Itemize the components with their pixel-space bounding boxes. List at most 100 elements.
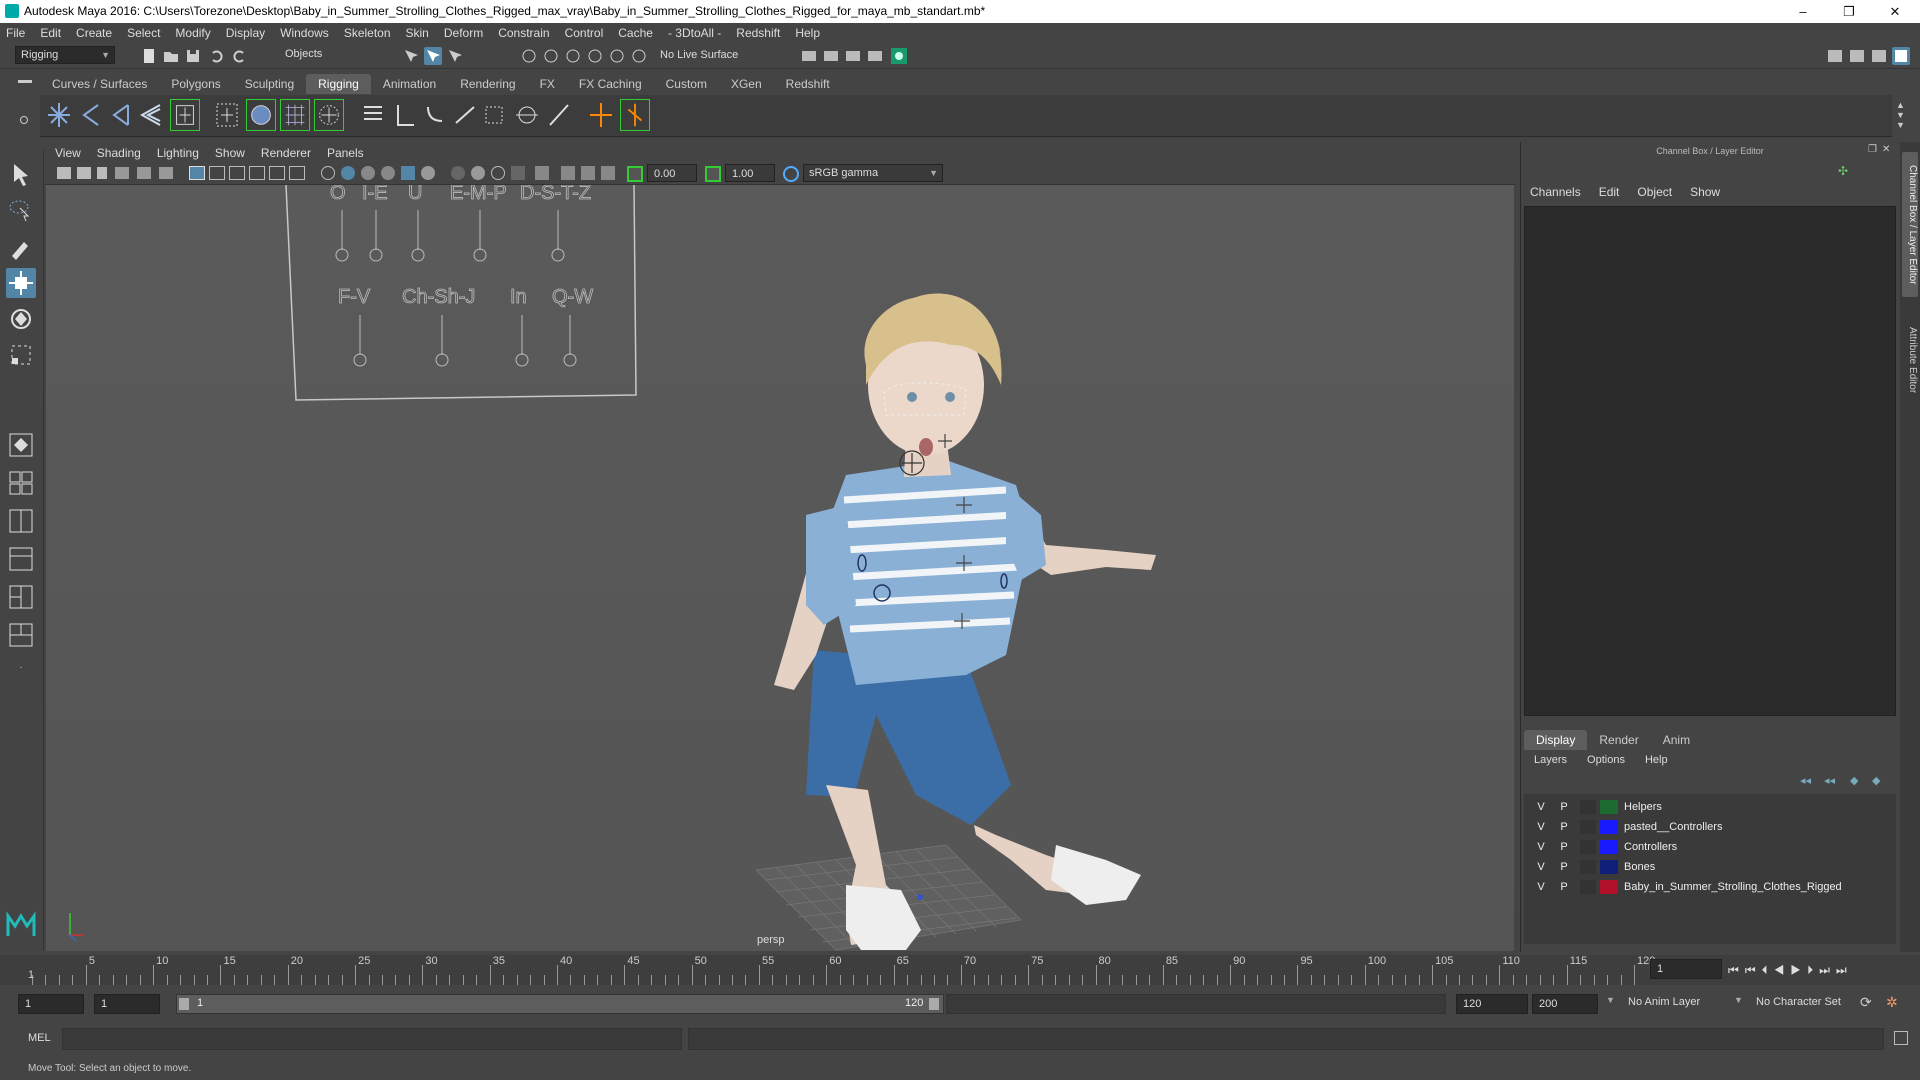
safe-action-icon[interactable] xyxy=(289,166,305,180)
layer-type-toggle[interactable] xyxy=(1580,800,1596,814)
go-to-start-icon[interactable]: ⏮ xyxy=(1728,963,1745,977)
chevron-down-icon[interactable]: ▼ xyxy=(1606,995,1615,1005)
step-back-key-icon[interactable]: ⏮ xyxy=(1745,963,1762,977)
undo-icon[interactable] xyxy=(208,47,226,65)
xray-icon[interactable] xyxy=(561,166,575,180)
animation-start-field[interactable]: 1 xyxy=(18,994,84,1014)
tab-custom[interactable]: Custom xyxy=(654,74,719,94)
gamma-field[interactable]: 1.00 xyxy=(725,164,775,182)
nonlinear-deformer-icon[interactable] xyxy=(544,99,574,131)
menu-help[interactable]: Help xyxy=(795,26,820,40)
vp-menu-panels[interactable]: Panels xyxy=(327,146,364,160)
tab-sculpting[interactable]: Sculpting xyxy=(233,74,306,94)
snap-curve-icon[interactable] xyxy=(542,47,560,65)
mirror-joint-icon[interactable] xyxy=(420,99,450,131)
wireframe-on-shaded-icon[interactable] xyxy=(361,166,375,180)
layer-color-swatch[interactable] xyxy=(1600,860,1618,874)
paint-select-tool-icon[interactable] xyxy=(6,232,36,262)
playback-start-field[interactable]: 1 xyxy=(94,994,160,1014)
float-panel-icon[interactable]: ❐ xyxy=(1868,144,1877,155)
select-component-icon[interactable] xyxy=(446,47,464,65)
tab-render[interactable]: Render xyxy=(1587,730,1650,750)
xray-components-icon[interactable] xyxy=(601,166,615,180)
menu-skin[interactable]: Skin xyxy=(406,26,429,40)
layer-row[interactable]: V P pasted__Controllers xyxy=(1524,818,1896,838)
snap-view-plane-icon[interactable] xyxy=(608,47,626,65)
vp-menu-shading[interactable]: Shading xyxy=(97,146,141,160)
play-forward-icon[interactable]: ▶ xyxy=(1790,963,1807,977)
menu-skeleton[interactable]: Skeleton xyxy=(344,26,391,40)
color-management-icon[interactable] xyxy=(783,166,799,182)
two-d-pan-zoom-icon[interactable] xyxy=(137,167,151,179)
layout-hypershade-icon[interactable] xyxy=(6,620,36,650)
step-back-frame-icon[interactable]: ⏴ xyxy=(1762,963,1774,977)
move-tool-icon[interactable] xyxy=(6,268,36,298)
step-forward-key-icon[interactable]: ⏭ xyxy=(1819,963,1836,977)
script-language-toggle[interactable]: MEL xyxy=(28,1032,51,1044)
layer-color-swatch[interactable] xyxy=(1600,800,1618,814)
layer-color-swatch[interactable] xyxy=(1600,880,1618,894)
minimize-button[interactable]: – xyxy=(1780,0,1826,23)
step-forward-frame-icon[interactable]: ⏵ xyxy=(1807,963,1819,977)
tab-xgen[interactable]: XGen xyxy=(719,74,774,94)
anti-aliasing-icon[interactable] xyxy=(491,166,505,180)
set-driven-key-icon[interactable] xyxy=(450,99,480,131)
exposure-icon[interactable] xyxy=(627,166,643,182)
channel-box-toggle-icon[interactable] xyxy=(1892,47,1910,65)
render-current-frame-icon[interactable] xyxy=(822,47,840,65)
layout-two-panes-icon[interactable] xyxy=(6,506,36,536)
redo-icon[interactable] xyxy=(230,47,248,65)
perspective-viewport[interactable]: O I-E U E-M-P D-S-T-Z F-V Ch-Sh-J In Q-W xyxy=(46,185,1514,951)
range-end-handle[interactable] xyxy=(929,998,939,1010)
channel-box-area[interactable] xyxy=(1524,206,1896,716)
shelf-menu-icon[interactable] xyxy=(18,80,32,83)
locator-icon[interactable] xyxy=(170,99,200,131)
exposure-field[interactable]: 0.00 xyxy=(647,164,697,182)
menu-file[interactable]: File xyxy=(6,26,25,40)
snap-point-icon[interactable] xyxy=(564,47,582,65)
scene-canvas[interactable]: O I-E U E-M-P D-S-T-Z F-V Ch-Sh-J In Q-W xyxy=(46,185,1514,951)
snap-surface-icon[interactable] xyxy=(586,47,604,65)
layout-graph-icon[interactable] xyxy=(6,582,36,612)
menu-redshift[interactable]: Redshift xyxy=(736,26,780,40)
layer-type-toggle[interactable] xyxy=(1580,860,1596,874)
menu-deform[interactable]: Deform xyxy=(444,26,483,40)
shelf-options-icon[interactable] xyxy=(20,116,28,124)
make-live-icon[interactable] xyxy=(630,47,648,65)
motion-blur-icon[interactable] xyxy=(471,166,485,180)
range-slider-track[interactable] xyxy=(946,994,1446,1014)
wrap-icon[interactable] xyxy=(314,99,344,131)
mode-selector[interactable]: Rigging ▼ xyxy=(15,46,115,64)
layout-outliner-icon[interactable] xyxy=(6,544,36,574)
sculpt-deformer-icon[interactable] xyxy=(480,99,510,131)
resolution-gate-icon[interactable] xyxy=(229,166,245,180)
joint-tool-icon[interactable] xyxy=(44,99,74,131)
smooth-bind-icon[interactable] xyxy=(246,99,276,131)
grease-pencil-icon[interactable] xyxy=(159,167,173,179)
tab-fx[interactable]: FX xyxy=(528,74,567,94)
layer-menu-help[interactable]: Help xyxy=(1645,754,1668,766)
tab-rendering[interactable]: Rendering xyxy=(448,74,527,94)
grid-toggle-icon[interactable] xyxy=(189,166,205,180)
layer-playback-toggle[interactable]: P xyxy=(1557,801,1571,813)
selection-mode-dropdown[interactable]: Objects xyxy=(280,46,380,64)
cluster-icon[interactable] xyxy=(212,99,242,131)
shelf-scroll-icon[interactable]: ▲ ▼ ▼ xyxy=(1896,100,1905,130)
cb-menu-object[interactable]: Object xyxy=(1637,185,1672,199)
new-layer-icon[interactable]: ◆ xyxy=(1850,774,1858,787)
select-tool-icon[interactable] xyxy=(6,160,36,190)
move-layer-up-icon[interactable]: ◂◂ xyxy=(1800,774,1811,787)
wireframe-icon[interactable] xyxy=(321,166,335,180)
manipulator-icon[interactable]: ✣ xyxy=(1838,164,1848,178)
outliner-icon[interactable] xyxy=(1848,47,1866,65)
layer-playback-toggle[interactable]: P xyxy=(1557,841,1571,853)
layer-visibility-toggle[interactable]: V xyxy=(1534,861,1548,873)
tab-polygons[interactable]: Polygons xyxy=(159,74,232,94)
playback-end-field[interactable]: 120 xyxy=(1456,994,1528,1014)
maximize-button[interactable]: ❐ xyxy=(1826,0,1872,23)
save-scene-icon[interactable] xyxy=(184,47,202,65)
menu-windows[interactable]: Windows xyxy=(280,26,329,40)
view-transform-dropdown[interactable]: sRGB gamma ▼ xyxy=(803,164,943,182)
image-plane-icon[interactable] xyxy=(115,167,129,179)
command-input[interactable] xyxy=(62,1028,682,1050)
